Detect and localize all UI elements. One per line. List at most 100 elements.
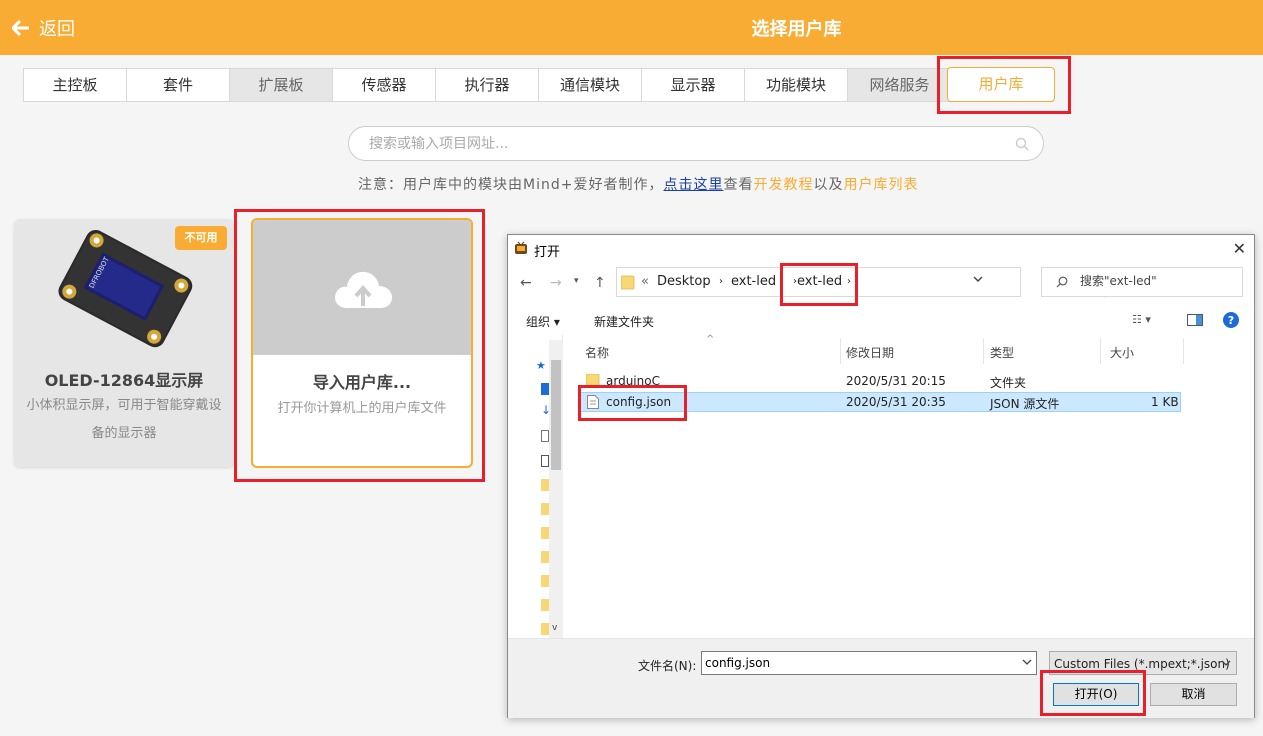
desktop-icon[interactable] [541,383,549,395]
quick-access-star-icon[interactable]: ★ [536,359,548,372]
chevron-down-icon[interactable] [1221,660,1231,666]
category-tabs: 主控板 套件 扩展板 传感器 执行器 通信模块 显示器 功能模块 网络服务 [23,68,952,102]
back-arrow-icon[interactable]: ← [520,275,532,291]
dialog-toolbar: 组织 ▾ 新建文件夹 ☷ ▾ ? [508,305,1254,335]
dialog-search-input[interactable] [1080,274,1235,288]
search-icon[interactable] [1015,137,1029,151]
cloud-upload-icon [335,271,393,308]
dialog-navbar: ← → ▾ ↑ « Desktop › ext-led › ext-led › … [508,265,1254,301]
app-icon [515,241,527,254]
notice-prefix: 注意：用户库中的模块由Mind+爱好者制作， [358,177,664,193]
pictures-icon[interactable] [541,455,549,467]
path-desktop[interactable]: Desktop [657,274,711,289]
chevron-down-icon[interactable] [973,276,983,282]
preview-pane-icon[interactable] [1187,314,1203,326]
tab-user-library[interactable]: 用户库 [947,67,1055,102]
import-card-title: 导入用户库... [312,373,412,392]
import-card-banner [253,220,471,355]
chevron-down-icon[interactable] [1022,659,1032,665]
import-card-description: 打开你计算机上的用户库文件 [277,401,447,416]
help-icon[interactable]: ? [1223,312,1239,328]
folder-icon[interactable] [541,623,549,635]
forward-arrow-icon[interactable]: → [550,275,562,291]
library-list-link[interactable]: 用户库列表 [843,177,918,193]
json-file-icon [587,395,599,409]
tab-network[interactable]: 网络服务 [848,69,951,101]
tab-expansion-board[interactable]: 扩展板 [230,69,333,101]
notice-text: 注意：用户库中的模块由Mind+爱好者制作，点击这里查看开发教程以及用户库列表 [358,174,918,194]
file-type-filter[interactable]: Custom Files (*.mpext;*.json) [1049,651,1237,675]
file-list: ^ 名称 修改日期 类型 大小 arduinoC 2020/5/31 20:15… [578,334,1254,638]
file-size: 1 KB [1151,395,1179,409]
tab-communication[interactable]: 通信模块 [539,69,642,101]
path-ext-led-current[interactable]: ext-led [797,274,842,289]
folder-icon [621,275,635,290]
folder-icon[interactable] [541,503,549,515]
file-date: 2020/5/31 20:15 [846,374,946,388]
import-library-card[interactable]: 导入用户库... 打开你计算机上的用户库文件 [251,218,473,468]
folder-icon[interactable] [541,527,549,539]
folder-icon [586,374,600,387]
dialog-title: 打开 [534,245,561,260]
tab-kit[interactable]: 套件 [127,69,230,101]
folder-icon[interactable] [541,479,549,491]
filter-value: Custom Files (*.mpext;*.json) [1054,657,1230,671]
address-bar[interactable]: « Desktop › ext-led › ext-led › ↻ [616,267,1126,298]
cancel-button[interactable]: 取消 [1150,683,1237,706]
path-ext-led[interactable]: ext-led [731,274,776,289]
column-divider[interactable] [1100,338,1101,364]
tab-sensor[interactable]: 传感器 [333,69,436,101]
nav-scrollbar-thumb[interactable] [551,360,561,470]
folder-icon[interactable] [541,551,549,563]
tab-mainboard[interactable]: 主控板 [24,69,127,101]
file-name: config.json [606,395,672,409]
open-button[interactable]: 打开(O) [1053,683,1139,706]
file-row-arduinoC[interactable]: arduinoC 2020/5/31 20:15 文件夹 [578,371,1181,391]
search-icon[interactable] [1056,276,1068,288]
search-bar [348,126,1044,161]
close-icon[interactable]: ✕ [1233,239,1246,258]
documents-icon[interactable] [541,430,549,442]
path-separator-icon[interactable]: › [847,276,851,287]
view-options-icon[interactable]: ☷ ▾ [1132,313,1151,326]
folder-icon[interactable] [541,599,549,611]
tab-display[interactable]: 显示器 [642,69,745,101]
card-description: 小体积显示屏，可用于智能穿戴设备的显示器 [26,398,222,441]
tab-function[interactable]: 功能模块 [745,69,848,101]
file-type: JSON 源文件 [990,397,1060,411]
search-input[interactable] [369,134,989,154]
card-title: OLED-12864显示屏 [44,371,204,390]
organize-menu[interactable]: 组织 ▾ [526,313,560,330]
file-open-dialog: 打开 ✕ ← → ▾ ↑ « Desktop › ext-led › ext-l… [507,234,1255,718]
column-date[interactable]: 修改日期 [846,344,894,361]
status-badge: 不可用 [175,226,227,250]
click-here-link[interactable]: 点击这里 [663,177,723,193]
dialog-search-box [1041,267,1243,297]
column-divider[interactable] [983,338,984,364]
path-overflow[interactable]: « [641,274,649,289]
column-type[interactable]: 类型 [990,344,1014,361]
path-separator-icon[interactable]: › [719,276,723,287]
filename-input[interactable] [705,656,1015,670]
tutorial-link[interactable]: 开发教程 [753,177,813,193]
tab-actuator[interactable]: 执行器 [436,69,539,101]
column-name[interactable]: 名称 [585,344,609,361]
column-divider[interactable] [840,338,841,364]
filename-field[interactable] [701,651,1037,675]
column-divider[interactable] [1183,338,1184,364]
file-date: 2020/5/31 20:35 [846,395,946,409]
dialog-titlebar: 打开 ✕ [508,235,1254,263]
folder-icon[interactable] [541,575,549,587]
new-folder-button[interactable]: 新建文件夹 [594,313,654,330]
recent-dropdown-icon[interactable]: ▾ [574,276,579,286]
filename-label: 文件名(N): [638,659,697,673]
top-bar: 返回 选择用户库 [0,0,1263,55]
column-size[interactable]: 大小 [1110,344,1134,361]
notice-mid: 查看 [723,177,754,193]
file-type: 文件夹 [990,376,1027,390]
up-arrow-icon[interactable]: ↑ [594,275,606,291]
file-name: arduinoC [606,374,660,388]
file-row-config-json[interactable]: config.json 2020/5/31 20:35 JSON 源文件 1 K… [578,392,1181,412]
notice-and: 以及 [813,177,844,193]
scroll-down-icon[interactable]: v [552,623,557,633]
